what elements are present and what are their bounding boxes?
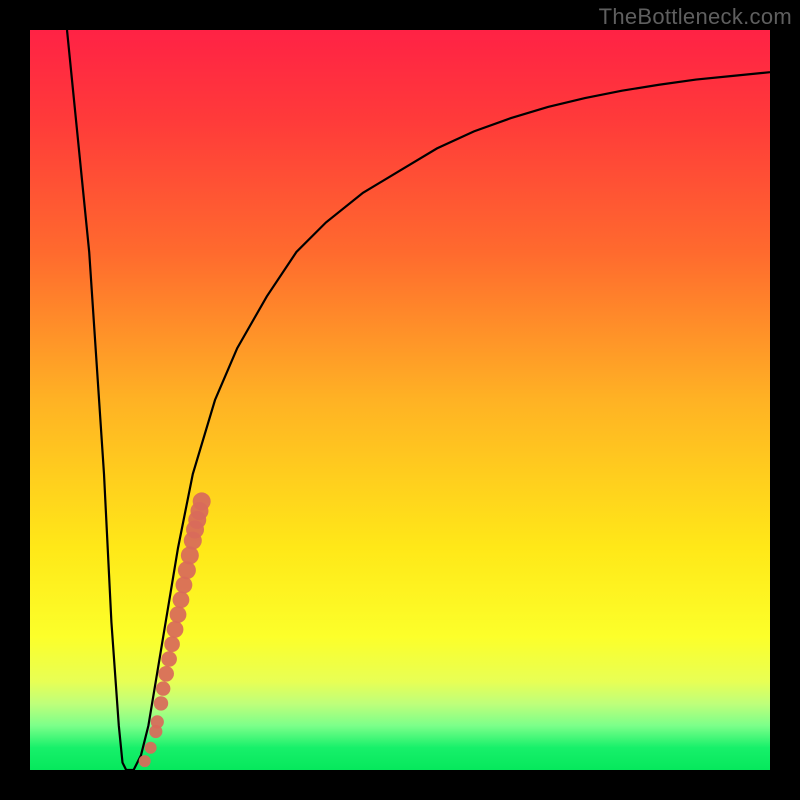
plot-area [30,30,770,770]
gradient-background [30,30,770,770]
chart-frame: TheBottleneck.com [0,0,800,800]
watermark-text: TheBottleneck.com [599,4,792,30]
